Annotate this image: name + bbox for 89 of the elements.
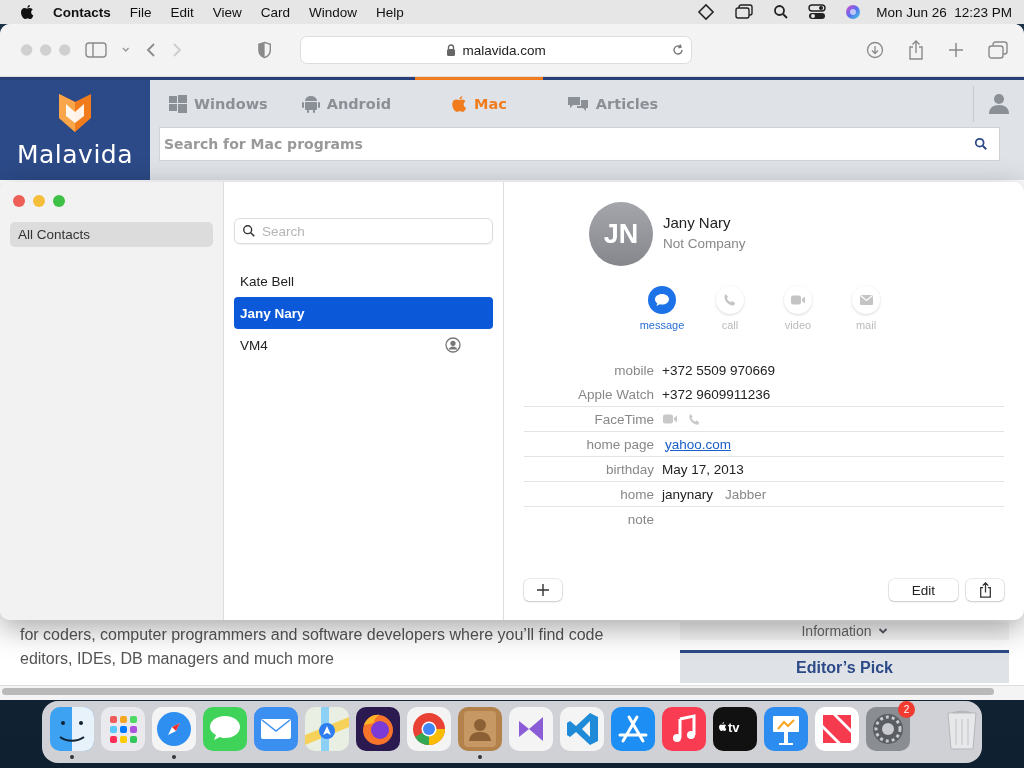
company-text: Not Company xyxy=(663,236,746,251)
field-label: Apple Watch xyxy=(576,386,654,402)
group-item[interactable]: All Contacts xyxy=(10,222,213,247)
field-value: +372 5509 970669 xyxy=(662,362,775,378)
action-button[interactable]: message xyxy=(632,286,692,331)
menu-item[interactable]: View xyxy=(212,4,242,20)
menu-item[interactable]: Window xyxy=(309,4,358,20)
contact-row[interactable]: Jany Nary xyxy=(234,297,493,329)
music-note-icon[interactable] xyxy=(660,705,708,753)
notification-badge: 2 xyxy=(898,701,915,718)
tv-app-icon[interactable]: tv xyxy=(711,705,759,753)
sidebar-icon[interactable] xyxy=(85,42,108,58)
field-label: home xyxy=(619,486,654,502)
download-icon[interactable] xyxy=(866,41,884,59)
share-icon[interactable] xyxy=(908,40,924,60)
gear-icon[interactable] xyxy=(864,705,912,753)
code-editor-icon[interactable] xyxy=(558,705,606,753)
section-heading: Editor’s Pick xyxy=(680,650,1009,683)
field-label: FaceTime xyxy=(593,411,654,427)
plus-icon[interactable] xyxy=(948,42,964,58)
field-value: janynary xyxy=(662,486,714,502)
windows-logo-icon xyxy=(169,94,187,113)
information-button[interactable]: Information xyxy=(680,622,1009,640)
menu-item[interactable]: Edit xyxy=(170,4,194,20)
diamond-icon[interactable] xyxy=(697,3,716,21)
contact-title: Jany Nary xyxy=(663,214,732,231)
shield-logo-icon xyxy=(57,91,93,134)
app-menu[interactable]: Contacts xyxy=(53,4,111,20)
app-store-icon[interactable] xyxy=(609,705,657,753)
podium-icon[interactable] xyxy=(762,705,810,753)
search-field[interactable]: Search for Mac programs xyxy=(159,127,1000,161)
contact-name: Jany Nary xyxy=(240,305,305,321)
edit-button[interactable]: Edit xyxy=(889,579,958,601)
field-value: +372 9609911236 xyxy=(662,386,771,402)
contact-row[interactable]: Kate Bell xyxy=(234,265,493,297)
menu-item[interactable]: File xyxy=(129,4,152,20)
face-icon[interactable] xyxy=(48,705,96,753)
link[interactable]: yahoo.com xyxy=(665,436,732,452)
lock-icon xyxy=(446,44,457,56)
field-label: home page xyxy=(585,436,654,452)
field-label: birthday xyxy=(604,461,654,477)
field-label: mobile xyxy=(613,362,654,378)
video-camera-icon xyxy=(790,294,806,306)
chrome-icon[interactable] xyxy=(405,705,453,753)
chat-bubble-icon[interactable] xyxy=(201,705,249,753)
contact-name: VM4 xyxy=(240,337,268,353)
plus-icon xyxy=(537,584,549,596)
field-value: May 17, 2013 xyxy=(662,461,744,477)
chevron-down-icon xyxy=(877,627,888,635)
scroll-bar[interactable] xyxy=(2,688,994,695)
contact-name: Kate Bell xyxy=(240,273,295,289)
search-icon[interactable] xyxy=(974,137,988,151)
add-button[interactable] xyxy=(524,579,562,601)
envelope-icon[interactable] xyxy=(252,705,300,753)
field-label: note xyxy=(626,511,654,527)
menu-item[interactable]: Card xyxy=(260,4,291,20)
toggles-icon[interactable] xyxy=(808,4,827,20)
shield-icon[interactable] xyxy=(256,41,273,59)
windows-icon[interactable] xyxy=(734,4,755,20)
contact-row[interactable]: VM4 xyxy=(234,329,493,361)
chat-bubble-icon xyxy=(654,293,670,307)
tabs-icon[interactable] xyxy=(988,41,1008,59)
avatar: JN xyxy=(589,202,653,266)
logo-panel[interactable]: Malavida xyxy=(0,80,150,180)
share-icon xyxy=(978,582,992,598)
back-icon[interactable] xyxy=(144,42,157,58)
menu-item[interactable]: Help xyxy=(376,4,404,20)
chevron-down-icon[interactable] xyxy=(121,46,131,54)
address-book-icon[interactable] xyxy=(456,705,504,753)
address-text: malavida.com xyxy=(462,42,546,58)
address-field[interactable]: malavida.com xyxy=(300,36,692,64)
search-icon[interactable] xyxy=(773,4,790,20)
reload-icon[interactable] xyxy=(671,43,685,57)
clock: Mon Jun 26 12:23 PM xyxy=(876,4,1012,20)
paragraph: for coders, computer programmers and software developers where you’ll find code editors, IDEs, DB managers and much more xyxy=(20,625,605,669)
speech-bubbles-icon xyxy=(566,94,589,113)
search-icon xyxy=(242,224,256,238)
search-field[interactable]: Search xyxy=(234,218,493,244)
robot-icon xyxy=(301,93,320,114)
logo-text: Malavida xyxy=(16,139,134,169)
share-button[interactable] xyxy=(966,579,1004,601)
apple-icon xyxy=(451,94,468,113)
user-icon[interactable] xyxy=(988,92,1010,115)
phone-icon xyxy=(723,293,737,307)
compass-icon[interactable] xyxy=(150,705,198,753)
service-text: Jabber xyxy=(725,486,767,502)
apple-icon[interactable] xyxy=(20,4,34,20)
orb-icon[interactable] xyxy=(845,4,862,20)
envelope-icon xyxy=(858,294,874,306)
